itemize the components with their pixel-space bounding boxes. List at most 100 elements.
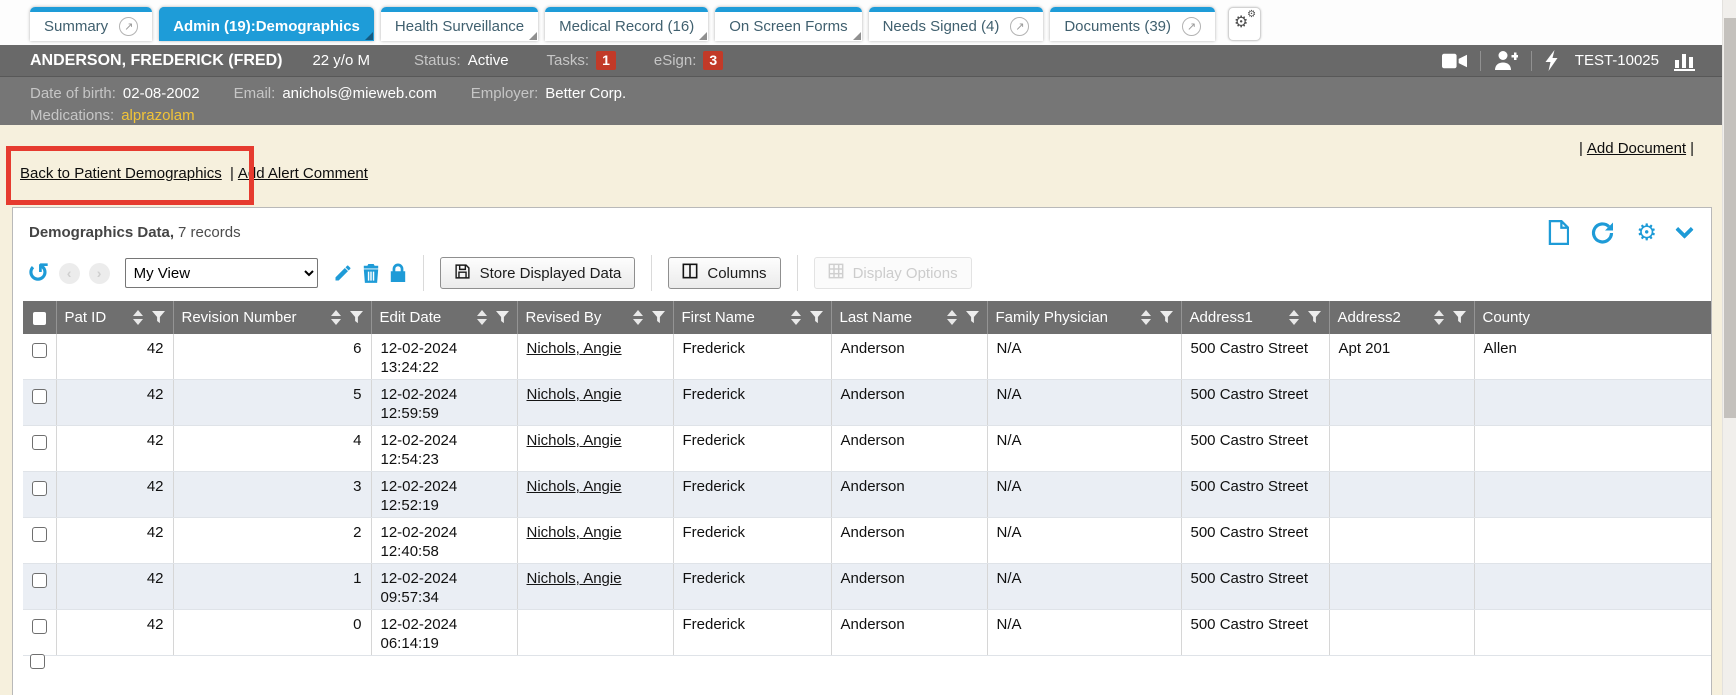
- add-document-link[interactable]: Add Document: [1587, 140, 1686, 157]
- page-links-row: Back to Patient Demographics |Add Alert …: [20, 165, 368, 182]
- medications-value[interactable]: alprazolam: [121, 107, 194, 124]
- employer-label: Employer:: [471, 85, 539, 102]
- cell-first_name: Frederick: [673, 564, 831, 610]
- sort-icon[interactable]: [133, 310, 143, 325]
- tab-medical-record-16[interactable]: Medical Record (16): [545, 7, 708, 41]
- revised-by-link[interactable]: Nichols, Angie: [527, 478, 622, 495]
- tab-on-screen-forms[interactable]: On Screen Forms: [715, 7, 861, 41]
- filter-funnel-icon[interactable]: [966, 311, 979, 324]
- settings-gear-icon[interactable]: ⚙: [1636, 221, 1657, 244]
- cell-revised_by: Nichols, Angie: [517, 334, 673, 380]
- flowsheet-chart-icon[interactable]: [1674, 50, 1696, 71]
- tab-health-surveillance[interactable]: Health Surveillance: [381, 7, 538, 41]
- row-checkbox[interactable]: [32, 619, 47, 634]
- scrollbar-thumb[interactable]: [1724, 18, 1736, 418]
- filter-funnel-icon[interactable]: [152, 311, 165, 324]
- row-checkbox[interactable]: [32, 435, 47, 450]
- store-button-label: Store Displayed Data: [480, 265, 622, 282]
- table-row: 42612-02-202413:24:22Nichols, AngieFrede…: [23, 334, 1711, 380]
- sort-icon[interactable]: [477, 310, 487, 325]
- column-label: Address1: [1190, 309, 1253, 326]
- tab-summary[interactable]: Summary ↗: [30, 7, 152, 41]
- popout-icon[interactable]: ↗: [119, 17, 138, 36]
- sort-icon[interactable]: [1289, 310, 1299, 325]
- sort-icon[interactable]: [331, 310, 341, 325]
- revised-by-link[interactable]: Nichols, Angie: [527, 570, 622, 587]
- vertical-scrollbar[interactable]: [1722, 0, 1736, 695]
- column-header-address1: Address1: [1181, 301, 1329, 334]
- revised-by-link[interactable]: Nichols, Angie: [527, 340, 622, 357]
- column-header-last-name: Last Name: [831, 301, 987, 334]
- reset-view-icon[interactable]: ↺: [27, 260, 50, 286]
- back-to-demographics-link[interactable]: Back to Patient Demographics: [20, 165, 222, 182]
- collapse-chevron-icon[interactable]: [1675, 220, 1693, 238]
- cell-pat_id: 42: [56, 472, 173, 518]
- edit-date-line: 12:40:58: [381, 542, 508, 561]
- cell-first_name: Frederick: [673, 334, 831, 380]
- sort-icon[interactable]: [633, 310, 643, 325]
- panel-title: Demographics Data,7 records: [29, 224, 241, 241]
- row-checkbox[interactable]: [32, 343, 47, 358]
- quick-action-bolt-icon[interactable]: [1545, 50, 1560, 71]
- previous-view-button[interactable]: ‹: [59, 263, 80, 284]
- cell-last_name: Anderson: [831, 518, 987, 564]
- cell-revised_by: Nichols, Angie: [517, 426, 673, 472]
- tab-settings-button[interactable]: ⚙ ⚙: [1228, 7, 1261, 41]
- filter-funnel-icon[interactable]: [496, 311, 509, 324]
- store-displayed-data-button[interactable]: Store Displayed Data: [440, 257, 636, 289]
- cell-select: [23, 426, 56, 472]
- add-alert-comment-link[interactable]: Add Alert Comment: [238, 165, 368, 182]
- revised-by-link[interactable]: Nichols, Angie: [527, 386, 622, 403]
- new-document-icon[interactable]: [1548, 220, 1569, 245]
- lock-view-icon[interactable]: [389, 263, 407, 283]
- tab-admin-19-demographics[interactable]: Admin (19):Demographics: [159, 7, 374, 41]
- popout-icon[interactable]: ↗: [1010, 17, 1029, 36]
- filter-funnel-icon[interactable]: [652, 311, 665, 324]
- patient-header-icons: TEST-10025: [1442, 50, 1696, 71]
- footer-select-checkbox[interactable]: [30, 654, 45, 669]
- table-row: 42312-02-202412:52:19Nichols, AngieFrede…: [23, 472, 1711, 518]
- esign-badge[interactable]: 3: [703, 51, 723, 70]
- tab-menu-fold-icon: [529, 32, 537, 40]
- video-call-icon[interactable]: [1442, 51, 1467, 71]
- cell-county: [1474, 380, 1711, 426]
- delete-view-trash-icon[interactable]: [362, 263, 380, 283]
- edit-date-line: 12:59:59: [381, 404, 508, 423]
- sort-icon[interactable]: [1434, 310, 1444, 325]
- filter-funnel-icon[interactable]: [1308, 311, 1321, 324]
- add-person-icon[interactable]: [1494, 50, 1518, 71]
- sort-icon[interactable]: [947, 310, 957, 325]
- view-select[interactable]: My View: [125, 258, 318, 288]
- next-view-button[interactable]: ›: [89, 263, 110, 284]
- edit-view-pencil-icon[interactable]: [333, 263, 353, 283]
- patient-header-row1: ANDERSON, FREDERICK (FRED) 22 y/o M Stat…: [0, 45, 1722, 77]
- cell-address2: Apt 201: [1329, 334, 1474, 380]
- row-checkbox[interactable]: [32, 389, 47, 404]
- filter-funnel-icon[interactable]: [350, 311, 363, 324]
- revised-by-link[interactable]: Nichols, Angie: [527, 432, 622, 449]
- columns-button[interactable]: Columns: [668, 257, 780, 289]
- popout-icon[interactable]: ↗: [1182, 17, 1201, 36]
- refresh-icon[interactable]: [1590, 221, 1615, 245]
- table-row: 42412-02-202412:54:23Nichols, AngieFrede…: [23, 426, 1711, 472]
- tasks-badge[interactable]: 1: [596, 51, 616, 70]
- tab-label: Summary: [44, 18, 108, 35]
- column-header-pat-id: Pat ID: [56, 301, 173, 334]
- filter-funnel-icon[interactable]: [1160, 311, 1173, 324]
- sort-icon[interactable]: [791, 310, 801, 325]
- row-checkbox[interactable]: [32, 573, 47, 588]
- select-all-checkbox[interactable]: [33, 312, 46, 325]
- row-checkbox[interactable]: [32, 481, 47, 496]
- tab-needs-signed-4[interactable]: Needs Signed (4)↗: [869, 7, 1044, 41]
- row-checkbox[interactable]: [32, 527, 47, 542]
- cell-edit_date: 12-02-202413:24:22: [371, 334, 517, 380]
- revised-by-link[interactable]: Nichols, Angie: [527, 524, 622, 541]
- cell-last_name: Anderson: [831, 380, 987, 426]
- toolbar-divider: [651, 255, 652, 291]
- sort-icon[interactable]: [1141, 310, 1151, 325]
- table-row: 42112-02-202409:57:34Nichols, AngieFrede…: [23, 564, 1711, 610]
- tab-documents-39[interactable]: Documents (39) ↗: [1050, 7, 1215, 41]
- filter-funnel-icon[interactable]: [1453, 311, 1466, 324]
- filter-funnel-icon[interactable]: [810, 311, 823, 324]
- tab-label: Documents (39): [1064, 18, 1171, 35]
